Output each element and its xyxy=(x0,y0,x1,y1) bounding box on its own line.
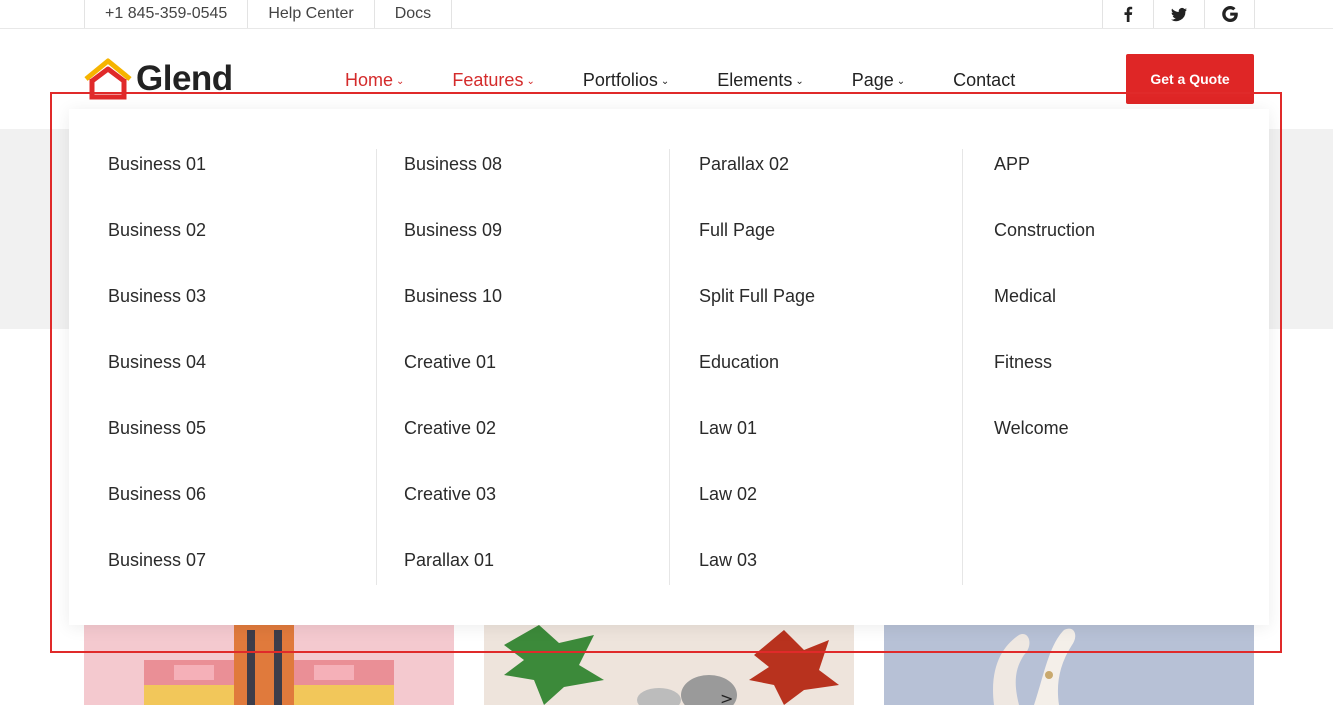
portfolio-thumbnail-leaves[interactable]: > xyxy=(484,625,854,705)
nav-elements-label: Elements xyxy=(717,70,793,90)
menu-item-business-04[interactable]: Business 04 xyxy=(108,353,206,371)
portfolio-thumbnail-figure[interactable] xyxy=(884,625,1254,705)
twitter-icon[interactable] xyxy=(1153,0,1204,28)
chevron-down-icon: ⌄ xyxy=(396,76,405,87)
menu-item-law-03[interactable]: Law 03 xyxy=(699,551,757,569)
nav-features-label: Features xyxy=(452,70,524,90)
get-a-quote-button[interactable]: Get a Quote xyxy=(1126,54,1254,104)
nav-portfolios-label: Portfolios xyxy=(582,70,658,90)
menu-column-3: Parallax 02 Full Page Split Full Page Ed… xyxy=(669,149,964,585)
menu-item-parallax-02[interactable]: Parallax 02 xyxy=(699,155,789,173)
menu-item-app[interactable]: APP xyxy=(994,155,1030,173)
menu-item-construction[interactable]: Construction xyxy=(994,221,1095,239)
logo-text: Glend xyxy=(136,59,233,98)
social-links xyxy=(1102,0,1255,28)
menu-item-business-05[interactable]: Business 05 xyxy=(108,419,206,437)
menu-item-creative-02[interactable]: Creative 02 xyxy=(404,419,496,437)
docs-link[interactable]: Docs xyxy=(373,0,453,28)
menu-item-split-full-page[interactable]: Split Full Page xyxy=(699,287,815,305)
help-center-link[interactable]: Help Center xyxy=(247,0,373,28)
menu-column-2: Business 08 Business 09 Business 10 Crea… xyxy=(376,149,671,585)
menu-item-creative-01[interactable]: Creative 01 xyxy=(404,353,496,371)
menu-item-law-01[interactable]: Law 01 xyxy=(699,419,757,437)
top-bar: +1 845-359-0545 Help Center Docs xyxy=(0,0,1333,29)
google-icon[interactable] xyxy=(1204,0,1255,28)
main-nav: Home ⌄ Features ⌄ Portfolios ⌄ Elements ⌄ Pa… xyxy=(345,65,1015,95)
menu-item-fitness[interactable]: Fitness xyxy=(994,353,1052,371)
menu-item-education[interactable]: Education xyxy=(699,353,779,371)
nav-contact-label: Contact xyxy=(953,70,1016,90)
menu-item-business-08[interactable]: Business 08 xyxy=(404,155,502,173)
logo[interactable]: Glend xyxy=(84,56,233,102)
nav-elements[interactable]: Elements ⌄ xyxy=(717,71,803,89)
menu-item-business-02[interactable]: Business 02 xyxy=(108,221,206,239)
menu-item-business-01[interactable]: Business 01 xyxy=(108,155,206,173)
menu-item-business-09[interactable]: Business 09 xyxy=(404,221,502,239)
menu-item-welcome[interactable]: Welcome xyxy=(994,419,1069,437)
menu-item-business-03[interactable]: Business 03 xyxy=(108,287,206,305)
nav-features[interactable]: Features ⌄ xyxy=(452,71,534,89)
nav-page-label: Page xyxy=(851,70,894,90)
chevron-down-icon: ⌄ xyxy=(660,76,670,87)
menu-item-parallax-01[interactable]: Parallax 01 xyxy=(404,551,494,569)
nav-contact[interactable]: Contact xyxy=(953,71,1015,89)
menu-column-1: Business 01 Business 02 Business 03 Busi… xyxy=(69,149,364,585)
menu-item-business-06[interactable]: Business 06 xyxy=(108,485,206,503)
features-mega-menu: Business 01 Business 02 Business 03 Busi… xyxy=(69,109,1269,625)
chevron-down-icon: ⌄ xyxy=(795,76,804,87)
menu-item-law-02[interactable]: Law 02 xyxy=(699,485,757,503)
svg-text:>: > xyxy=(720,689,733,705)
portfolio-thumbnail-building[interactable] xyxy=(84,625,454,705)
menu-item-business-10[interactable]: Business 10 xyxy=(404,287,502,305)
nav-portfolios[interactable]: Portfolios ⌄ xyxy=(583,71,669,89)
nav-home-label: Home xyxy=(345,70,394,90)
menu-item-business-07[interactable]: Business 07 xyxy=(108,551,206,569)
nav-page[interactable]: Page ⌄ xyxy=(852,71,905,89)
chevron-down-icon: ⌄ xyxy=(526,76,535,87)
facebook-icon[interactable] xyxy=(1102,0,1153,28)
house-logo-icon xyxy=(84,58,132,100)
menu-item-creative-03[interactable]: Creative 03 xyxy=(404,485,496,503)
chevron-down-icon: ⌄ xyxy=(896,76,906,87)
menu-column-4: APP Construction Medical Fitness Welcome xyxy=(962,149,1257,585)
menu-item-medical[interactable]: Medical xyxy=(994,287,1056,305)
phone-link[interactable]: +1 845-359-0545 xyxy=(84,0,247,28)
nav-home[interactable]: Home ⌄ xyxy=(345,71,404,89)
menu-item-full-page[interactable]: Full Page xyxy=(699,221,775,239)
top-bar-links: +1 845-359-0545 Help Center Docs xyxy=(84,0,453,28)
